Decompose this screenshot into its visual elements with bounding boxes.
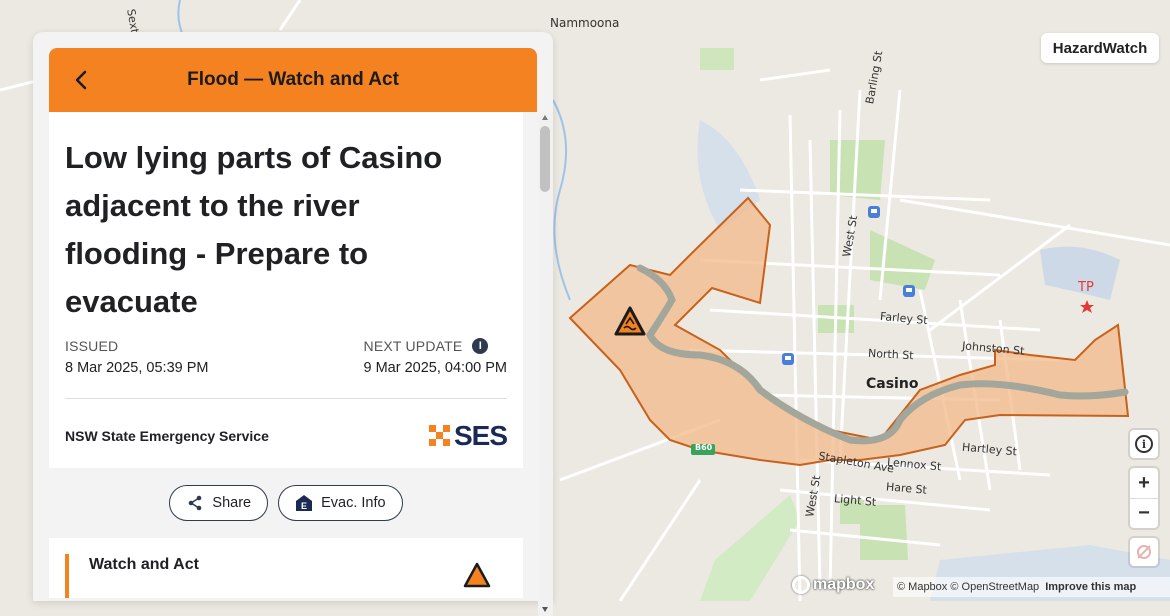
- hazardwatch-logo[interactable]: HazardWatch: [1041, 33, 1159, 63]
- next-update-label: NEXT UPDATE: [363, 338, 463, 354]
- warning-level-bar: [65, 554, 69, 598]
- panel-scrollbar[interactable]: [538, 112, 553, 616]
- attrib-mapbox[interactable]: © Mapbox: [897, 581, 947, 593]
- panel-header: Flood — Watch and Act: [49, 48, 537, 112]
- zoom-in-button[interactable]: +: [1130, 468, 1158, 498]
- issued-label: ISSUED: [65, 338, 119, 354]
- map-info-button[interactable]: i: [1130, 430, 1158, 458]
- place-label-nammoona: Nammoona: [550, 16, 620, 30]
- share-icon: [186, 494, 204, 512]
- alert-panel: Flood — Watch and Act Low lying parts of…: [33, 32, 553, 616]
- location-button[interactable]: [1130, 538, 1158, 566]
- scroll-up-icon[interactable]: [542, 115, 548, 120]
- warning-level-title: Watch and Act: [89, 556, 199, 573]
- mapbox-ring-icon: [792, 576, 810, 594]
- action-buttons: Share E Evac. Info: [49, 468, 523, 538]
- agency-row: NSW State Emergency Service SES: [65, 399, 508, 473]
- alert-title: Low lying parts of Casino adjacent to th…: [65, 140, 443, 319]
- svg-text:E: E: [301, 501, 307, 511]
- mapbox-logo[interactable]: mapbox: [792, 576, 874, 594]
- back-button[interactable]: [67, 66, 95, 94]
- scrollbar-thumb[interactable]: [540, 126, 550, 192]
- place-label-tp: TP: [1078, 280, 1094, 295]
- ses-checker-icon: [428, 425, 450, 446]
- chevron-left-icon: [75, 70, 87, 90]
- alert-meta: ISSUED 8 Mar 2025, 05:39 PM NEXT UPDATE …: [65, 338, 507, 376]
- location-disabled-icon: [1137, 545, 1151, 559]
- ses-logo: SES: [428, 420, 508, 452]
- place-label-casino: Casino: [866, 376, 919, 392]
- zoom-out-button[interactable]: −: [1130, 498, 1158, 528]
- park: [700, 48, 734, 70]
- street-label: North St: [867, 346, 914, 363]
- issued-block: ISSUED 8 Mar 2025, 05:39 PM: [65, 338, 208, 376]
- warning-level-section: Watch and Act: [49, 538, 523, 598]
- scroll-down-icon[interactable]: [542, 607, 548, 612]
- flood-warning-icon: [463, 562, 491, 588]
- evac-info-button[interactable]: E Evac. Info: [278, 485, 403, 521]
- info-icon[interactable]: i: [472, 338, 489, 354]
- road-shield-label: B60: [695, 443, 713, 452]
- agency-name: NSW State Emergency Service: [65, 428, 269, 444]
- map-attribution: © Mapbox © OpenStreetMap Improve this ma…: [893, 577, 1170, 597]
- alert-card: Low lying parts of Casino adjacent to th…: [49, 112, 523, 468]
- panel-title: Flood — Watch and Act: [187, 69, 399, 90]
- park: [860, 505, 908, 560]
- bus-stop-icon: [782, 353, 794, 365]
- improve-map-link[interactable]: Improve this map: [1045, 581, 1136, 593]
- alert-scroll-area[interactable]: Low lying parts of Casino adjacent to th…: [49, 112, 523, 601]
- next-update-block: NEXT UPDATE i 9 Mar 2025, 04:00 PM: [364, 338, 507, 376]
- evacuation-center-icon: E: [295, 494, 313, 512]
- next-update-value: 9 Mar 2025, 04:00 PM: [363, 360, 507, 376]
- ses-logo-text: SES: [453, 420, 508, 451]
- info-icon: i: [1135, 435, 1153, 453]
- evac-info-label: Evac. Info: [321, 495, 386, 511]
- attrib-osm[interactable]: © OpenStreetMap: [950, 581, 1039, 593]
- next-update-label-row: NEXT UPDATE i: [364, 338, 507, 354]
- issued-value: 8 Mar 2025, 05:39 PM: [65, 360, 209, 376]
- share-label: Share: [212, 495, 252, 511]
- share-button[interactable]: Share: [169, 485, 269, 521]
- bus-stop-icon: [903, 285, 915, 297]
- zoom-controls: + −: [1130, 468, 1158, 528]
- bus-stop-icon: [868, 206, 880, 218]
